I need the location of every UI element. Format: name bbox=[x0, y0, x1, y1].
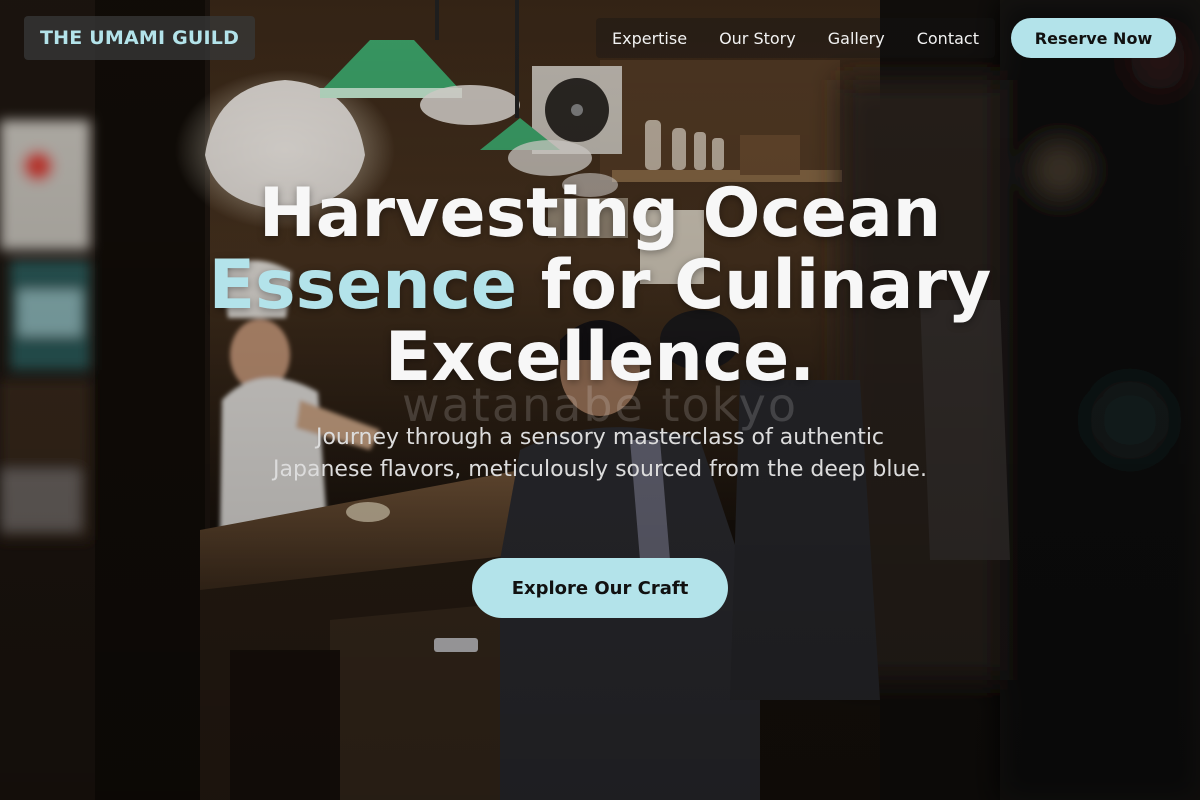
nav-link-contact[interactable]: Contact bbox=[917, 29, 979, 48]
reserve-now-button[interactable]: Reserve Now bbox=[1011, 18, 1176, 58]
main-nav: Expertise Our Story Gallery Contact bbox=[596, 18, 995, 58]
hero-subtitle: Journey through a sensory masterclass of… bbox=[273, 425, 927, 482]
hero-headline: Harvesting Ocean Essence for Culinary Ex… bbox=[150, 178, 1050, 394]
headline-line-3: Excellence. bbox=[384, 318, 816, 397]
headline-line-2-rest: for Culinary bbox=[517, 246, 992, 325]
explore-our-craft-button[interactable]: Explore Our Craft bbox=[472, 558, 728, 618]
nav-link-expertise[interactable]: Expertise bbox=[612, 29, 687, 48]
nav-link-gallery[interactable]: Gallery bbox=[828, 29, 885, 48]
nav-link-our-story[interactable]: Our Story bbox=[719, 29, 796, 48]
headline-line-1: Harvesting Ocean bbox=[258, 174, 942, 253]
headline-accent-word: Essence bbox=[208, 246, 518, 325]
hero-section: THE UMAMI GUILD Expertise Our Story Gall… bbox=[0, 0, 1200, 800]
site-logo[interactable]: THE UMAMI GUILD bbox=[24, 16, 256, 60]
